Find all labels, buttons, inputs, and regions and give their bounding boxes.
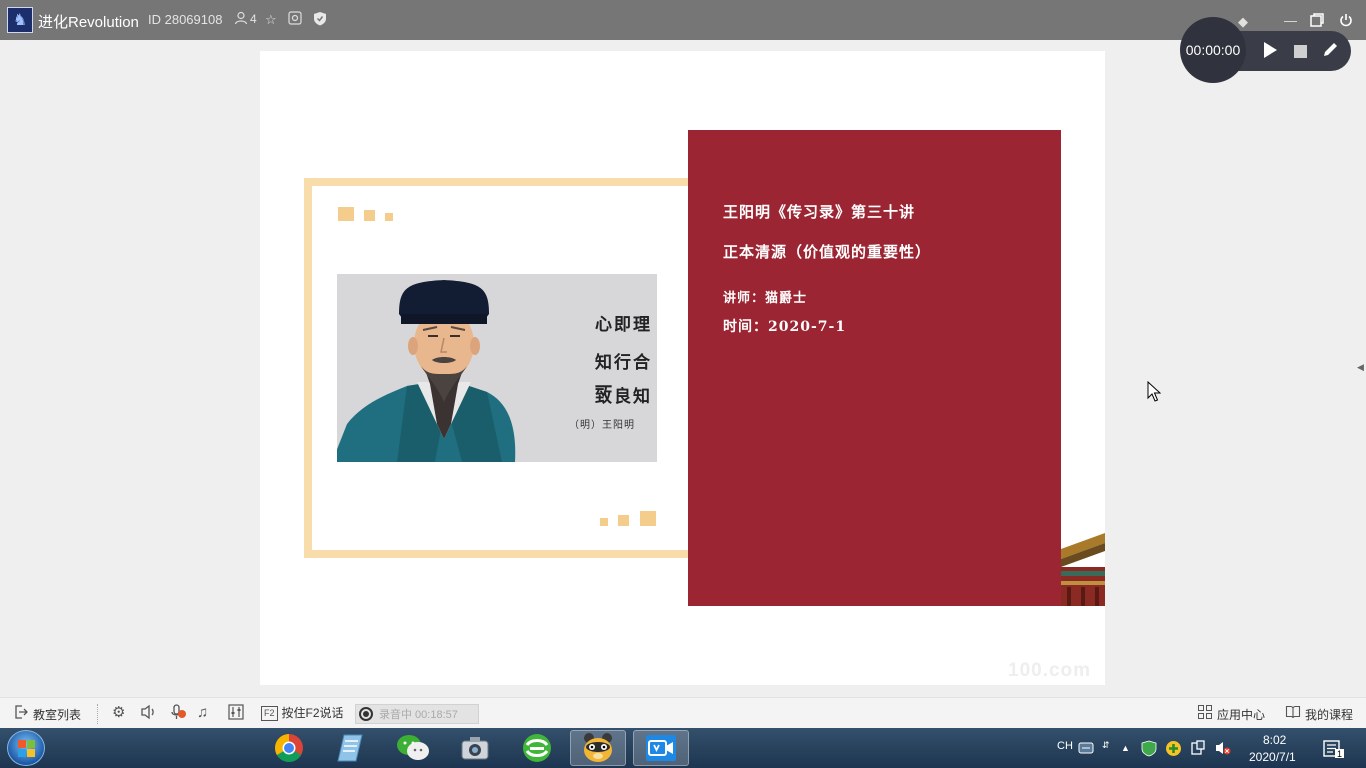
decor-square xyxy=(640,511,656,526)
taskbar-360-browser[interactable] xyxy=(509,730,565,766)
push-to-talk-button[interactable]: F2 按住F2说话 xyxy=(261,704,344,722)
camera-icon xyxy=(461,737,489,760)
classroom-list-button[interactable]: 教室列表 xyxy=(13,704,81,725)
share-icon[interactable] xyxy=(288,11,302,30)
settings-button[interactable]: ⚙ xyxy=(112,704,125,722)
book-icon xyxy=(1285,704,1301,725)
recording-status[interactable]: 录音中 00:18:57 xyxy=(355,704,479,724)
member-count: 4 xyxy=(250,12,257,26)
taskbar-qq-pet[interactable] xyxy=(570,730,626,766)
app-center-button[interactable]: 应用中心 xyxy=(1197,704,1265,725)
microphone-button[interactable] xyxy=(169,704,187,725)
notepad-icon xyxy=(337,734,363,762)
show-hidden-icons-arrow[interactable]: ▲ xyxy=(1121,740,1130,756)
music-button[interactable]: ♫ xyxy=(197,704,208,722)
decor-square xyxy=(618,515,629,526)
quote-line-3: 致良知 xyxy=(595,387,652,407)
quote-line-1: 心即理 xyxy=(595,315,652,335)
decor-square xyxy=(364,210,375,221)
classroom-list-label: 教室列表 xyxy=(33,707,82,722)
tray-help-icon[interactable]: ⇵ xyxy=(1102,737,1110,753)
title-bar: ♞ 进化Revolution ID 28069108 4 ☆ ◆ — xyxy=(0,0,1366,40)
record-icon xyxy=(359,707,373,721)
clock-time[interactable]: 8:02 xyxy=(1263,733,1286,747)
exit-icon xyxy=(13,704,29,725)
lecture-subtitle: 正本清源（价值观的重要性） xyxy=(723,243,932,261)
security-shield-icon[interactable] xyxy=(1141,740,1157,761)
music-note-icon: ♫ xyxy=(197,704,209,721)
toolbar-divider xyxy=(97,704,98,724)
windows-taskbar: CH ⇵ ▲ 8:02 2020/7/1 1 xyxy=(0,728,1366,768)
stop-icon[interactable] xyxy=(1294,45,1307,58)
room-name: 进化Revolution xyxy=(38,14,139,31)
taskbar-screenshot-tool[interactable] xyxy=(447,730,503,766)
taskbar-notepad[interactable] xyxy=(322,730,378,766)
speaker-icon xyxy=(140,704,158,725)
mixer-icon xyxy=(228,704,244,725)
ime-indicator[interactable]: CH xyxy=(1057,740,1073,752)
taskbar-wechat[interactable] xyxy=(385,730,441,766)
wang-yangming-portrait: 心即理 知行合一 致良知 （明）王阳明 xyxy=(337,274,657,462)
mouse-cursor-icon xyxy=(1147,381,1161,402)
watermark: 100.com xyxy=(1008,660,1092,681)
network-icon[interactable] xyxy=(1190,740,1206,760)
grid-icon xyxy=(1197,704,1213,725)
push-to-talk-label: 按住F2说话 xyxy=(281,706,344,720)
taskbar-classroom-app[interactable] xyxy=(633,730,689,766)
app-logo-icon: ♞ xyxy=(7,7,33,33)
speaker-button[interactable] xyxy=(140,704,158,725)
mixer-button[interactable] xyxy=(228,704,244,725)
start-button[interactable] xyxy=(7,730,45,766)
favorite-star-icon[interactable]: ☆ xyxy=(265,11,277,29)
recording-status-label: 录音中 00:18:57 xyxy=(379,709,458,721)
palace-photo xyxy=(1061,529,1105,606)
chrome-icon xyxy=(275,734,303,762)
ime-mode-icon[interactable] xyxy=(1078,740,1094,760)
screen-recorder-widget: 00:00:00 xyxy=(1180,17,1351,83)
clock-date[interactable]: 2020/7/1 xyxy=(1249,750,1296,764)
decor-square xyxy=(600,518,608,526)
lecture-date: 时间：2020-7-1 xyxy=(723,319,847,335)
lecture-info-card: 王阳明《传习录》第三十讲 正本清源（价值观的重要性） 讲师：猫爵士 时间：202… xyxy=(688,130,1061,606)
classroom-toolbar: 教室列表 ⚙ ♫ F2 按住F2说话 应用中心 我的课程 xyxy=(0,697,1366,728)
raccoon-icon xyxy=(584,733,612,762)
quote-signature: （明）王阳明 xyxy=(569,420,635,431)
app-center-label: 应用中心 xyxy=(1217,707,1266,722)
lecturer-name: 讲师：猫爵士 xyxy=(723,291,808,306)
decor-square xyxy=(385,213,393,221)
person-icon xyxy=(234,11,248,30)
lecture-title: 王阳明《传习录》第三十讲 xyxy=(723,203,916,221)
my-courses-label: 我的课程 xyxy=(1305,707,1354,722)
volume-muted-icon[interactable] xyxy=(1214,740,1232,760)
taskbar-chrome[interactable] xyxy=(261,730,317,766)
my-courses-button[interactable]: 我的课程 xyxy=(1285,704,1353,725)
wechat-icon xyxy=(397,735,429,760)
browser-360-icon xyxy=(523,734,551,762)
shield-icon[interactable] xyxy=(313,11,327,31)
video-classroom-icon xyxy=(646,735,676,761)
room-id: ID 28069108 xyxy=(148,12,223,27)
play-icon[interactable] xyxy=(1260,41,1280,64)
notification-count: 1 xyxy=(1337,749,1343,759)
recorder-timer: 00:00:00 xyxy=(1180,17,1246,83)
decor-square xyxy=(338,207,354,221)
pen-icon[interactable] xyxy=(1320,41,1340,63)
security-plus-icon[interactable] xyxy=(1165,740,1182,761)
windows-logo-icon xyxy=(18,740,36,758)
microphone-muted-icon xyxy=(169,704,187,725)
side-panel-toggle-icon[interactable]: ◀ xyxy=(1357,362,1364,373)
presentation-slide: 心即理 知行合一 致良知 （明）王阳明 王阳明《传习录》第三十讲 正本清源（价值… xyxy=(260,51,1105,685)
f2-key-icon: F2 xyxy=(261,705,278,721)
gear-icon: ⚙ xyxy=(112,704,126,721)
